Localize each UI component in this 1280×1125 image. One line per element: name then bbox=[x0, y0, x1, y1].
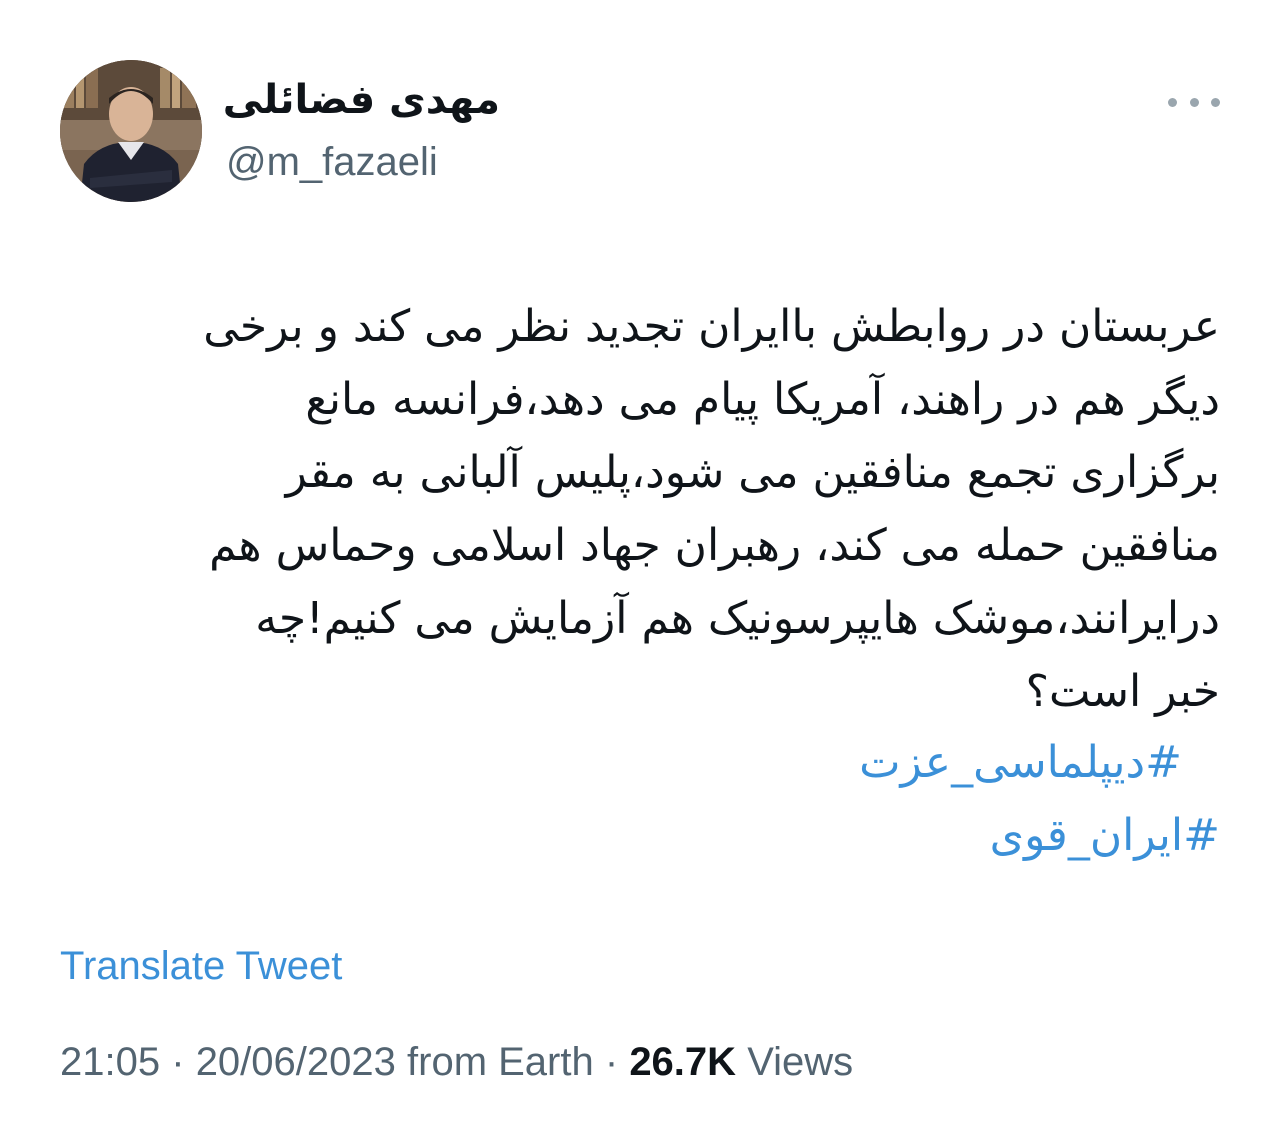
tweet-text-line: درایرانند،موشک هایپرسونیک هم آزمایش می ک… bbox=[255, 593, 1220, 644]
display-name[interactable]: مهدی فضائلی bbox=[223, 72, 500, 128]
meta-separator: · bbox=[604, 1040, 619, 1084]
tweet-text-line: خبر است؟ bbox=[1025, 666, 1220, 717]
more-options-button[interactable] bbox=[1168, 88, 1220, 116]
meta-separator: · bbox=[171, 1040, 185, 1084]
tweet-text-line: منافقین حمله می کند، رهبران جهاد اسلامی … bbox=[209, 520, 1220, 571]
tweet-text-line: برگزاری تجمع منافقین می شود،پلیس آلبانی … bbox=[285, 447, 1220, 498]
more-horizontal-icon bbox=[1211, 97, 1220, 107]
profile-photo-icon bbox=[60, 60, 202, 202]
tweet-date[interactable]: 20/06/2023 bbox=[196, 1040, 396, 1084]
more-horizontal-icon bbox=[1189, 97, 1199, 107]
tweet-source: from Earth bbox=[407, 1040, 594, 1084]
translate-tweet-link[interactable]: Translate Tweet bbox=[60, 940, 342, 992]
hashtag-link[interactable]: #ایران_قوی bbox=[60, 799, 1220, 872]
views-label[interactable]: Views bbox=[747, 1040, 853, 1084]
hashtag-link[interactable]: #دیپلماسی_عزت bbox=[60, 726, 1220, 799]
user-handle[interactable]: @m_fazaeli bbox=[226, 136, 438, 188]
hashtag-list: #دیپلماسی_عزت #ایران_قوی bbox=[60, 726, 1220, 872]
tweet-time[interactable]: 21:05 bbox=[60, 1040, 160, 1084]
tweet-text-line: دیگر هم در راهند، آمریکا پیام می دهد،فرا… bbox=[305, 374, 1220, 425]
more-horizontal-icon bbox=[1168, 97, 1177, 107]
tweet-meta: 21:05 · 20/06/2023 from Earth · 26.7K Vi… bbox=[60, 1034, 853, 1090]
tweet-text-line: عربستان در روابطش باایران تجدید نظر می ک… bbox=[203, 301, 1220, 352]
tweet-text: عربستان در روابطش باایران تجدید نظر می ک… bbox=[60, 290, 1220, 728]
avatar[interactable] bbox=[60, 60, 202, 202]
views-count[interactable]: 26.7K bbox=[629, 1040, 736, 1084]
